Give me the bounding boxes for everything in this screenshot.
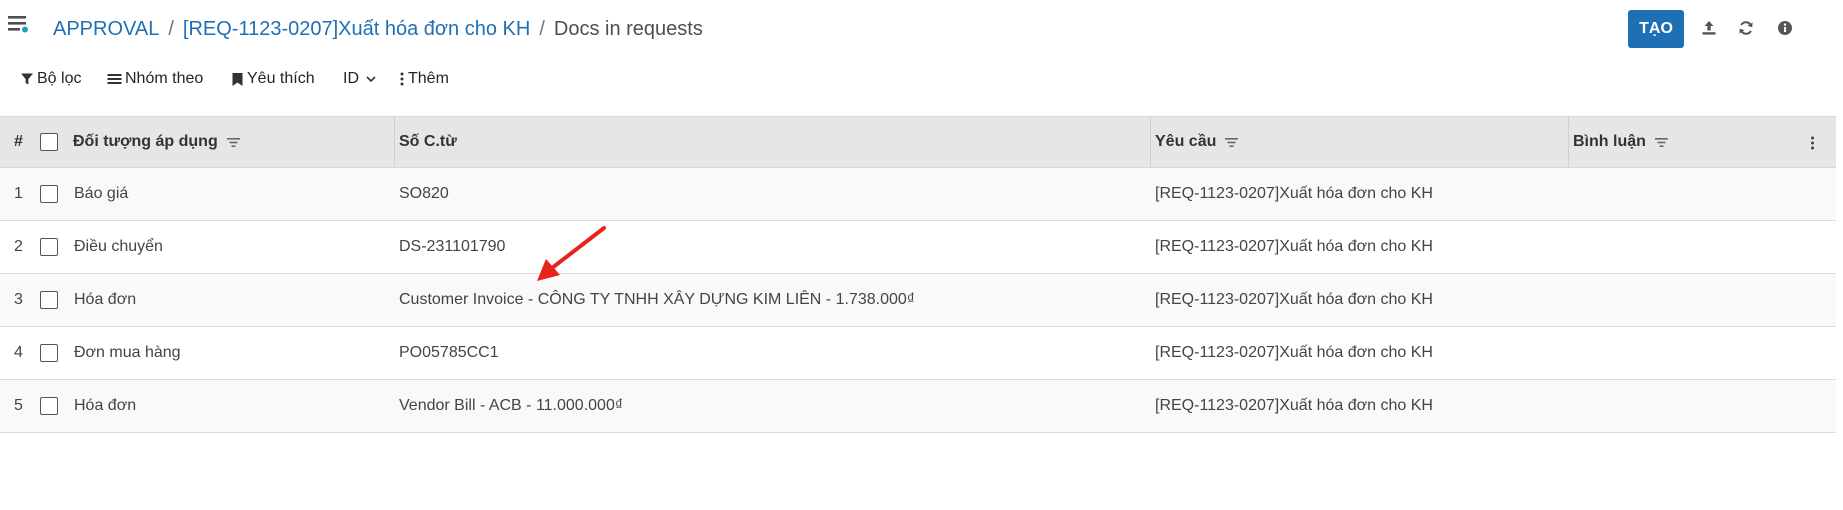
column-header-object-label: Đối tượng áp dụng [73,133,218,150]
upload-icon[interactable] [1698,17,1720,39]
control-panel: APPROVAL / [REQ-1123-0207]Xuất hóa đơn cho… [0,0,1843,87]
filter-label: Bộ lọc [37,70,82,87]
page-title: Docs in requests [553,18,703,40]
column-header-request-label: Yêu cầu [1155,133,1217,150]
cell-object: Hóa đơn [74,397,137,414]
optional-columns-icon[interactable] [1802,132,1822,154]
menu-toggle-icon[interactable] [8,14,30,36]
cell-doc-no: SO820 [399,185,449,202]
column-header-doc-no-label: Số C.từ [399,133,457,150]
breadcrumb-root-link[interactable]: APPROVAL [53,18,159,40]
cell-request: [REQ-1123-0207]Xuất hóa đơn cho KH [1155,185,1433,202]
cell-doc-no: Customer Invoice - CÔNG TY TNHH XÂY DỰNG… [399,291,915,308]
row-index: 1 [14,185,23,202]
column-header-index: # [14,133,23,150]
sort-icon [226,137,240,147]
column-header-request[interactable]: Yêu cầu [1155,117,1239,167]
kebab-icon [400,72,404,86]
row-index: 4 [14,344,23,361]
breadcrumb: APPROVAL / [REQ-1123-0207]Xuất hóa đơn cho… [53,14,703,44]
select-all-checkbox[interactable] [40,133,58,151]
more-label: Thêm [408,70,449,87]
table-row[interactable]: 3 Hóa đơn Customer Invoice - CÔNG TY TNH… [0,274,1836,327]
table-row[interactable]: 5 Hóa đơn Vendor Bill - ACB - 11.000.000… [0,380,1836,433]
search-panel: Bộ lọc Nhóm theo Yêu thích ID Thêm [0,66,1843,96]
cell-request: [REQ-1123-0207]Xuất hóa đơn cho KH [1155,344,1433,361]
column-header-comment-label: Bình luận [1573,133,1646,150]
cell-doc-no: DS-231101790 [399,238,506,255]
bookmark-icon [232,72,243,86]
filter-icon [21,73,33,85]
info-icon[interactable] [1774,17,1796,39]
sort-icon [1654,137,1668,147]
column-header-object[interactable]: Đối tượng áp dụng [73,117,240,167]
table-row[interactable]: 2 Điều chuyển DS-231101790 [REQ-1123-020… [0,221,1836,274]
cell-doc-no: PO05785CC1 [399,344,499,361]
column-header-comment[interactable]: Bình luận [1573,117,1668,167]
column-divider[interactable] [1150,117,1151,167]
filter-dropdown[interactable]: Bộ lọc [20,70,81,88]
column-divider[interactable] [394,117,395,167]
more-dropdown[interactable]: Thêm [399,70,449,88]
row-checkbox[interactable] [40,185,58,203]
row-checkbox[interactable] [40,397,58,415]
chevron-down-icon [366,76,376,83]
column-header-doc-no[interactable]: Số C.từ [399,117,457,167]
cell-object: Báo giá [74,185,129,202]
list-table: # Đối tượng áp dụng Số C.từ Yêu cầu Bình… [0,116,1836,433]
table-row[interactable]: 1 Báo giá SO820 [REQ-1123-0207]Xuất hóa … [0,168,1836,221]
favorites-dropdown[interactable]: Yêu thích [231,70,315,88]
id-dropdown[interactable]: ID [343,70,380,88]
refresh-icon[interactable] [1735,17,1757,39]
list-icon [107,74,122,84]
cell-request: [REQ-1123-0207]Xuất hóa đơn cho KH [1155,238,1433,255]
breadcrumb-separator: / [168,18,174,40]
table-row[interactable]: 4 Đơn mua hàng PO05785CC1 [REQ-1123-0207… [0,327,1836,380]
id-label: ID [343,70,359,87]
favorites-label: Yêu thích [247,70,315,87]
group-by-dropdown[interactable]: Nhóm theo [107,70,203,88]
row-index: 3 [14,291,23,308]
table-header: # Đối tượng áp dụng Số C.từ Yêu cầu Bình… [0,116,1836,168]
row-checkbox[interactable] [40,344,58,362]
group-by-label: Nhóm theo [125,70,204,87]
sort-icon [1225,137,1239,147]
cell-request: [REQ-1123-0207]Xuất hóa đơn cho KH [1155,397,1433,414]
row-checkbox[interactable] [40,238,58,256]
row-checkbox[interactable] [40,291,58,309]
breadcrumb-request-link[interactable]: [REQ-1123-0207]Xuất hóa đơn cho KH [183,18,530,40]
create-button[interactable]: TẠO [1628,10,1684,48]
cell-object: Điều chuyển [74,238,163,255]
breadcrumb-separator: / [539,18,545,40]
row-index: 5 [14,397,23,414]
cell-request: [REQ-1123-0207]Xuất hóa đơn cho KH [1155,291,1433,308]
column-divider[interactable] [1568,117,1569,167]
row-index: 2 [14,238,23,255]
cell-object: Hóa đơn [74,291,137,308]
cell-object: Đơn mua hàng [74,344,181,361]
cell-doc-no: Vendor Bill - ACB - 11.000.000₫ [399,397,624,414]
